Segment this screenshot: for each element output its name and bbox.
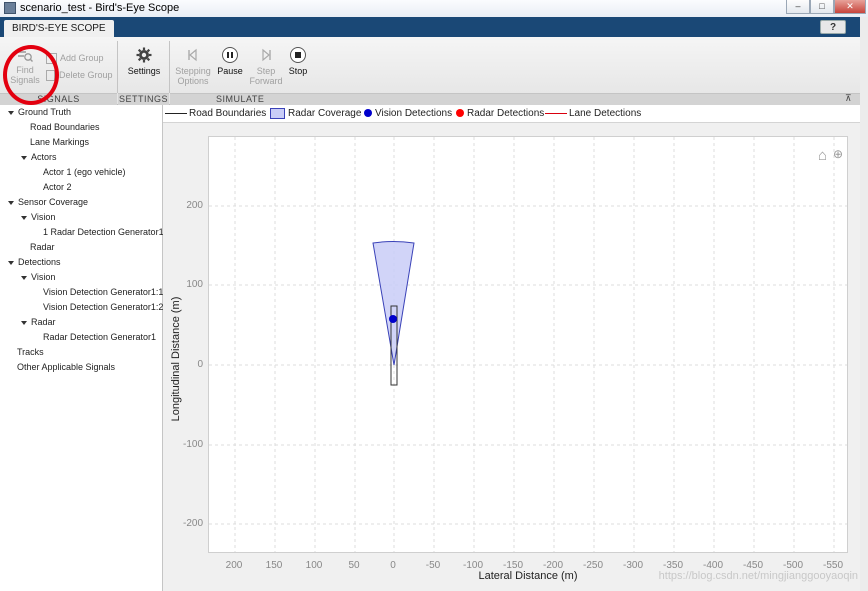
expand-caret-icon[interactable] [8, 200, 14, 205]
separator [117, 41, 118, 93]
tree-item-detections-vision[interactable]: Vision [21, 272, 55, 282]
plot-panel: Road Boundaries Radar Coverage Vision De… [163, 105, 860, 591]
close-button[interactable]: ✕ [834, 0, 866, 14]
annotation-circle [3, 45, 59, 105]
tab-strip: BIRD'S-EYE SCOPE ? [0, 17, 860, 37]
x-tick-label: -50 [425, 560, 441, 571]
pause-button[interactable]: Pause [215, 47, 245, 76]
x-tick-label: 100 [305, 560, 323, 571]
tree-item-detections[interactable]: Detections [8, 257, 61, 267]
help-button[interactable]: ? [820, 20, 846, 34]
watermark: https://blog.csdn.net/mingjianggooyaoqin [658, 570, 858, 582]
birds-eye-plot-axes[interactable]: ⌂ ⊕ [208, 136, 848, 553]
expand-caret-icon[interactable] [21, 320, 27, 325]
expand-caret-icon[interactable] [8, 110, 14, 115]
y-tick-label: 200 [186, 200, 203, 211]
y-tick-label: -100 [182, 439, 203, 450]
section-simulate: SIMULATE [170, 93, 860, 105]
window-title-bar: scenario_test - Bird's-Eye Scope – □ ✕ [0, 0, 868, 18]
signal-tree: Ground Truth Road Boundaries Lane Markin… [0, 105, 164, 591]
window-title: scenario_test - Bird's-Eye Scope [20, 2, 180, 14]
y-tick-label: -200 [182, 518, 203, 529]
x-tick-label: -300 [622, 560, 643, 571]
pause-icon [222, 47, 238, 63]
x-tick-label: 50 [348, 560, 360, 571]
step-forward-button[interactable]: Step Forward [248, 47, 284, 86]
y-axis-label: Longitudinal Distance (m) [170, 296, 182, 422]
tree-item-road-boundaries[interactable]: Road Boundaries [30, 122, 100, 132]
stop-icon [290, 47, 306, 63]
legend-radar-coverage[interactable]: Radar Coverage [270, 108, 361, 119]
plot-legend: Road Boundaries Radar Coverage Vision De… [163, 105, 860, 123]
expand-caret-icon[interactable] [21, 215, 27, 220]
legend-radar-detections[interactable]: Radar Detections [456, 108, 544, 119]
add-group-label: Add Group [60, 53, 104, 63]
tree-item-actor-1[interactable]: Actor 1 (ego vehicle) [43, 167, 126, 177]
tree-item-lane-markings[interactable]: Lane Markings [30, 137, 89, 147]
collapse-toolstrip-icon[interactable]: ⊼ [845, 93, 852, 104]
expand-caret-icon[interactable] [8, 260, 14, 265]
vision-detection-point [389, 315, 397, 323]
tree-item-ground-truth[interactable]: Ground Truth [8, 107, 71, 117]
legend-dot-icon [456, 109, 464, 118]
settings-label: Settings [127, 66, 161, 76]
step-forward-label: Step Forward [249, 66, 283, 86]
step-back-icon [188, 48, 197, 62]
grid-lines [209, 137, 847, 552]
tree-item-other-applicable-signals[interactable]: Other Applicable Signals [17, 362, 115, 372]
tree-item-vision-detection-generator-1-2[interactable]: Vision Detection Generator1:2 [43, 302, 163, 312]
step-forward-icon [262, 48, 271, 62]
toolstrip: Find Signals Add Group Delete Group Sett… [0, 37, 860, 105]
zoom-icon[interactable]: ⊕ [833, 147, 843, 161]
tree-item-tracks[interactable]: Tracks [17, 347, 44, 357]
gear-icon [136, 47, 152, 63]
radar-coverage-area [372, 241, 415, 366]
vertical-scrollbar[interactable] [860, 17, 868, 591]
tree-item-vision-detection-generator-1-1[interactable]: Vision Detection Generator1:1 [43, 287, 163, 297]
legend-vision-detections[interactable]: Vision Detections [364, 108, 452, 119]
legend-line-icon [545, 112, 567, 114]
x-axis-label: Lateral Distance (m) [478, 570, 578, 582]
x-tick-label: 0 [390, 560, 396, 571]
stepping-options-label: Stepping Options [175, 66, 211, 86]
stop-button[interactable]: Stop [284, 47, 312, 76]
section-settings: SETTINGS [118, 93, 169, 105]
tree-item-coverage-radar[interactable]: Radar [30, 242, 55, 252]
plot-canvas [209, 137, 847, 552]
legend-dot-icon [364, 109, 372, 118]
tree-item-radar-detection-generator[interactable]: Radar Detection Generator1 [43, 332, 156, 342]
app-icon [4, 2, 16, 14]
y-axis-label-wrap: Longitudinal Distance (m) [161, 291, 191, 431]
tree-item-sensor-coverage[interactable]: Sensor Coverage [8, 197, 88, 207]
tab-birds-eye-scope[interactable]: BIRD'S-EYE SCOPE [4, 20, 114, 37]
legend-lane-detections[interactable]: Lane Detections [545, 108, 641, 119]
minimize-button[interactable]: – [786, 0, 810, 14]
tree-item-actors[interactable]: Actors [21, 152, 57, 162]
home-icon[interactable]: ⌂ [818, 147, 827, 164]
separator [169, 41, 170, 93]
legend-road-boundaries[interactable]: Road Boundaries [165, 108, 266, 119]
stepping-options-button[interactable]: Stepping Options [172, 47, 214, 86]
tree-item-actor-2[interactable]: Actor 2 [43, 182, 72, 192]
legend-patch-icon [270, 108, 285, 119]
stop-label: Stop [288, 66, 308, 76]
legend-line-icon [165, 112, 187, 114]
expand-caret-icon[interactable] [21, 275, 27, 280]
delete-group-label: Delete Group [59, 70, 113, 80]
x-tick-label: 200 [225, 560, 243, 571]
x-tick-label: 150 [265, 560, 283, 571]
tree-item-detections-radar[interactable]: Radar [21, 317, 56, 327]
settings-button[interactable]: Settings [124, 47, 164, 76]
expand-caret-icon[interactable] [21, 155, 27, 160]
tree-item-coverage-vision[interactable]: Vision [21, 212, 55, 222]
pause-label: Pause [217, 66, 243, 76]
maximize-button[interactable]: □ [810, 0, 834, 14]
tree-item-radar-detection-generator-coverage[interactable]: 1 Radar Detection Generator1 [43, 227, 164, 237]
